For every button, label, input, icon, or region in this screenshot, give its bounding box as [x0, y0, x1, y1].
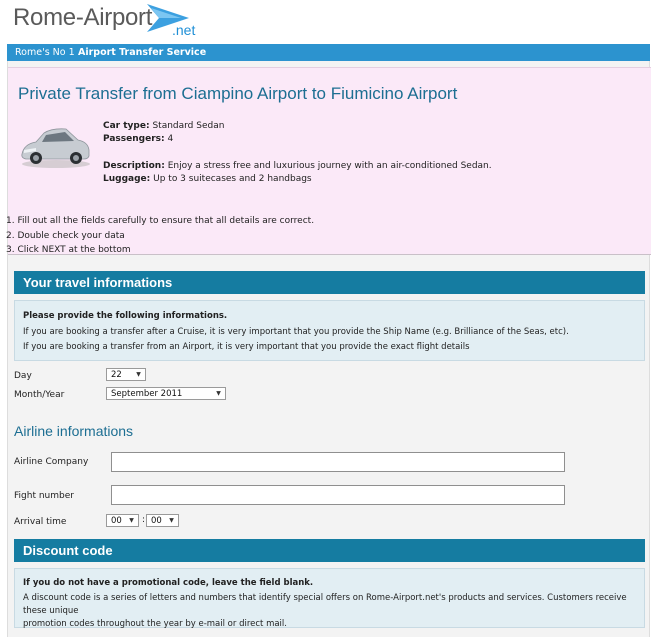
chevron-down-icon: ▼ [216, 390, 221, 397]
instruction-step: 3. Click NEXT at the bottom [6, 245, 131, 255]
month-year-select[interactable]: September 2011 ▼ [106, 387, 226, 400]
site-header: Rome-Airport .net [0, 0, 656, 44]
description-value: Enjoy a stress free and luxurious journe… [167, 161, 492, 171]
day-label: Day [14, 371, 32, 381]
luggage-row: Luggage: Up to 3 suitecases and 2 handba… [103, 174, 312, 184]
time-separator: : [142, 515, 146, 525]
instruction-step: 1. Fill out all the fields carefully to … [6, 216, 315, 226]
discount-section-heading: Discount code [14, 539, 645, 562]
travel-info-airport: If you are booking a transfer from an Ai… [23, 342, 470, 352]
flight-number-label: Fight number [14, 491, 74, 501]
logo-text[interactable]: Rome-Airport [13, 4, 152, 32]
chevron-down-icon: ▼ [169, 517, 174, 524]
car-image [21, 128, 90, 168]
flight-number-input[interactable] [111, 485, 565, 505]
product-summary: Private Transfer from Ciampino Airport t… [6, 67, 651, 258]
car-type-row: Car type: Standard Sedan [103, 121, 225, 131]
tagline-rest: Airport Transfer Service [77, 47, 207, 58]
booking-form: Private Transfer from Ciampino Airport t… [6, 61, 651, 637]
arrival-time-label: Arrival time [14, 517, 67, 527]
discount-info-text: A discount code is a series of letters a… [23, 592, 627, 629]
arrival-hour-select[interactable]: 00 ▼ [106, 514, 139, 527]
discount-info-title: If you do not have a promotional code, l… [23, 578, 314, 588]
passengers-row: Passengers: 4 [103, 134, 174, 144]
tagline-prefix: Rome's No 1 [15, 47, 75, 58]
logo-tld: .net [172, 22, 196, 38]
instructions-list: 1. Fill out all the fields carefully to … [6, 214, 314, 258]
travel-info-title: Please provide the following information… [23, 311, 228, 321]
travel-section-heading: Your travel informations [14, 271, 645, 294]
instruction-step: 2. Double check your data [6, 230, 125, 241]
description-row: Description: Enjoy a stress free and lux… [103, 161, 492, 171]
chevron-down-icon: ▼ [136, 371, 141, 378]
luggage-value: Up to 3 suitecases and 2 handbags [153, 174, 312, 184]
arrival-minute-select[interactable]: 00 ▼ [146, 514, 179, 527]
airline-company-input[interactable] [111, 452, 565, 472]
month-year-label: Month/Year [14, 390, 65, 400]
arrival-hour-value: 00 [111, 516, 122, 526]
day-select[interactable]: 22 ▼ [106, 368, 146, 381]
car-type-value: Standard Sedan [152, 121, 225, 131]
page-title: Private Transfer from Ciampino Airport t… [18, 84, 458, 103]
chevron-down-icon: ▼ [129, 517, 134, 524]
travel-info-box: Please provide the following information… [14, 300, 645, 361]
discount-info-box: If you do not have a promotional code, l… [14, 568, 645, 629]
travel-info-cruise: If you are booking a transfer after a Cr… [23, 326, 569, 337]
arrival-minute-value: 00 [151, 516, 162, 526]
airline-section-heading: Airline informations [14, 423, 134, 439]
vehicle-specs: Car type: Standard Sedan Passengers: 4 D… [103, 120, 492, 186]
day-value: 22 [111, 370, 122, 380]
airline-company-label: Airline Company [14, 457, 89, 467]
passengers-value: 4 [167, 134, 174, 144]
month-year-value: September 2011 [111, 389, 183, 399]
tagline-bar: Rome's No 1 Airport Transfer Service [7, 44, 650, 61]
